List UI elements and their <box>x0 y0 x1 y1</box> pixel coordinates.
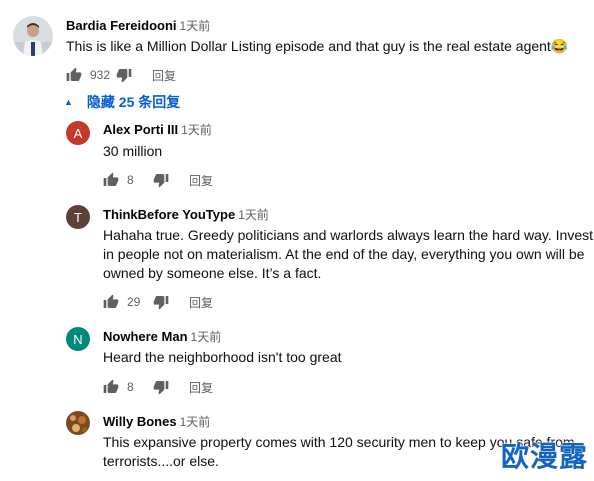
reply-actions: 8 回复 <box>103 377 213 397</box>
avatar-initial: N <box>73 331 83 347</box>
author-name[interactable]: Nowhere Man <box>103 329 188 344</box>
comment-time[interactable]: 1天前 <box>180 19 211 33</box>
avatar-initial: A <box>73 125 83 141</box>
reply-button[interactable]: 回复 <box>152 67 176 84</box>
reply-author[interactable]: Alex Porti III 1天前 <box>103 121 212 138</box>
comment-author[interactable]: Bardia Fereidooni 1天前 <box>66 17 210 34</box>
reply-text: 30 million <box>103 142 583 161</box>
thumbs-up-icon[interactable] <box>103 294 119 310</box>
thumbs-up-icon[interactable] <box>103 172 119 188</box>
reply-time[interactable]: 1天前 <box>180 415 211 429</box>
reply-text-line: Heard the neighborhood isn't too great <box>103 349 342 365</box>
author-name[interactable]: Bardia Fereidooni <box>66 18 177 33</box>
reply-author[interactable]: ThinkBefore YouType 1天前 <box>103 206 269 223</box>
reply-text: Heard the neighborhood isn't too great <box>103 348 583 367</box>
thumbs-up-icon[interactable] <box>66 67 82 83</box>
reply-text-line: owned by someone else. It’s a fact. <box>103 265 322 281</box>
avatar[interactable] <box>13 16 53 56</box>
reply-actions: 8 回复 <box>103 170 213 190</box>
author-name[interactable]: Alex Porti III <box>103 122 178 137</box>
reply-time[interactable]: 1天前 <box>181 123 212 137</box>
reply-time[interactable]: 1天前 <box>238 208 269 222</box>
comment-actions: 932 回复 <box>66 65 176 85</box>
reply-text-line: in people not on materialism. At the end… <box>103 246 585 262</box>
hide-replies-label: 隐藏 25 条回复 <box>86 94 181 110</box>
reply-text-line: 30 million <box>103 143 163 159</box>
reply-time[interactable]: 1天前 <box>191 330 222 344</box>
avatar[interactable] <box>66 411 90 435</box>
thumbs-down-icon[interactable] <box>153 379 169 395</box>
author-name[interactable]: ThinkBefore YouType <box>103 207 235 222</box>
avatar[interactable]: A <box>66 121 90 145</box>
thumbs-down-icon[interactable] <box>153 172 169 188</box>
author-name[interactable]: Willy Bones <box>103 414 177 429</box>
avatar[interactable]: N <box>66 327 90 351</box>
avatar[interactable]: T <box>66 205 90 229</box>
reply-text-line: Hahaha true. Greedy politicians and warl… <box>103 227 593 243</box>
like-count: 29 <box>127 295 141 309</box>
hide-replies-button[interactable]: ▲ 隐藏 25 条回复 <box>64 92 180 112</box>
reply-button[interactable]: 回复 <box>189 379 213 396</box>
reply-author[interactable]: Willy Bones 1天前 <box>103 413 210 430</box>
like-count: 932 <box>90 68 111 82</box>
reply-button[interactable]: 回复 <box>189 294 213 311</box>
thumbs-up-icon[interactable] <box>103 379 119 395</box>
comment-text: This is like a Million Dollar Listing ep… <box>66 38 569 54</box>
caret-up-icon: ▲ <box>64 97 73 107</box>
reply-author[interactable]: Nowhere Man 1天前 <box>103 328 221 345</box>
avatar-initial: T <box>74 209 82 225</box>
thumbs-down-icon[interactable] <box>116 67 132 83</box>
reply-actions: 29 回复 <box>103 292 213 312</box>
like-count: 8 <box>127 380 134 394</box>
thumbs-down-icon[interactable] <box>153 294 169 310</box>
reply-text: Hahaha true. Greedy politicians and warl… <box>103 226 593 283</box>
like-count: 8 <box>127 173 134 187</box>
watermark-logo: 欧漫露 <box>500 440 588 473</box>
reply-button[interactable]: 回复 <box>189 172 213 189</box>
